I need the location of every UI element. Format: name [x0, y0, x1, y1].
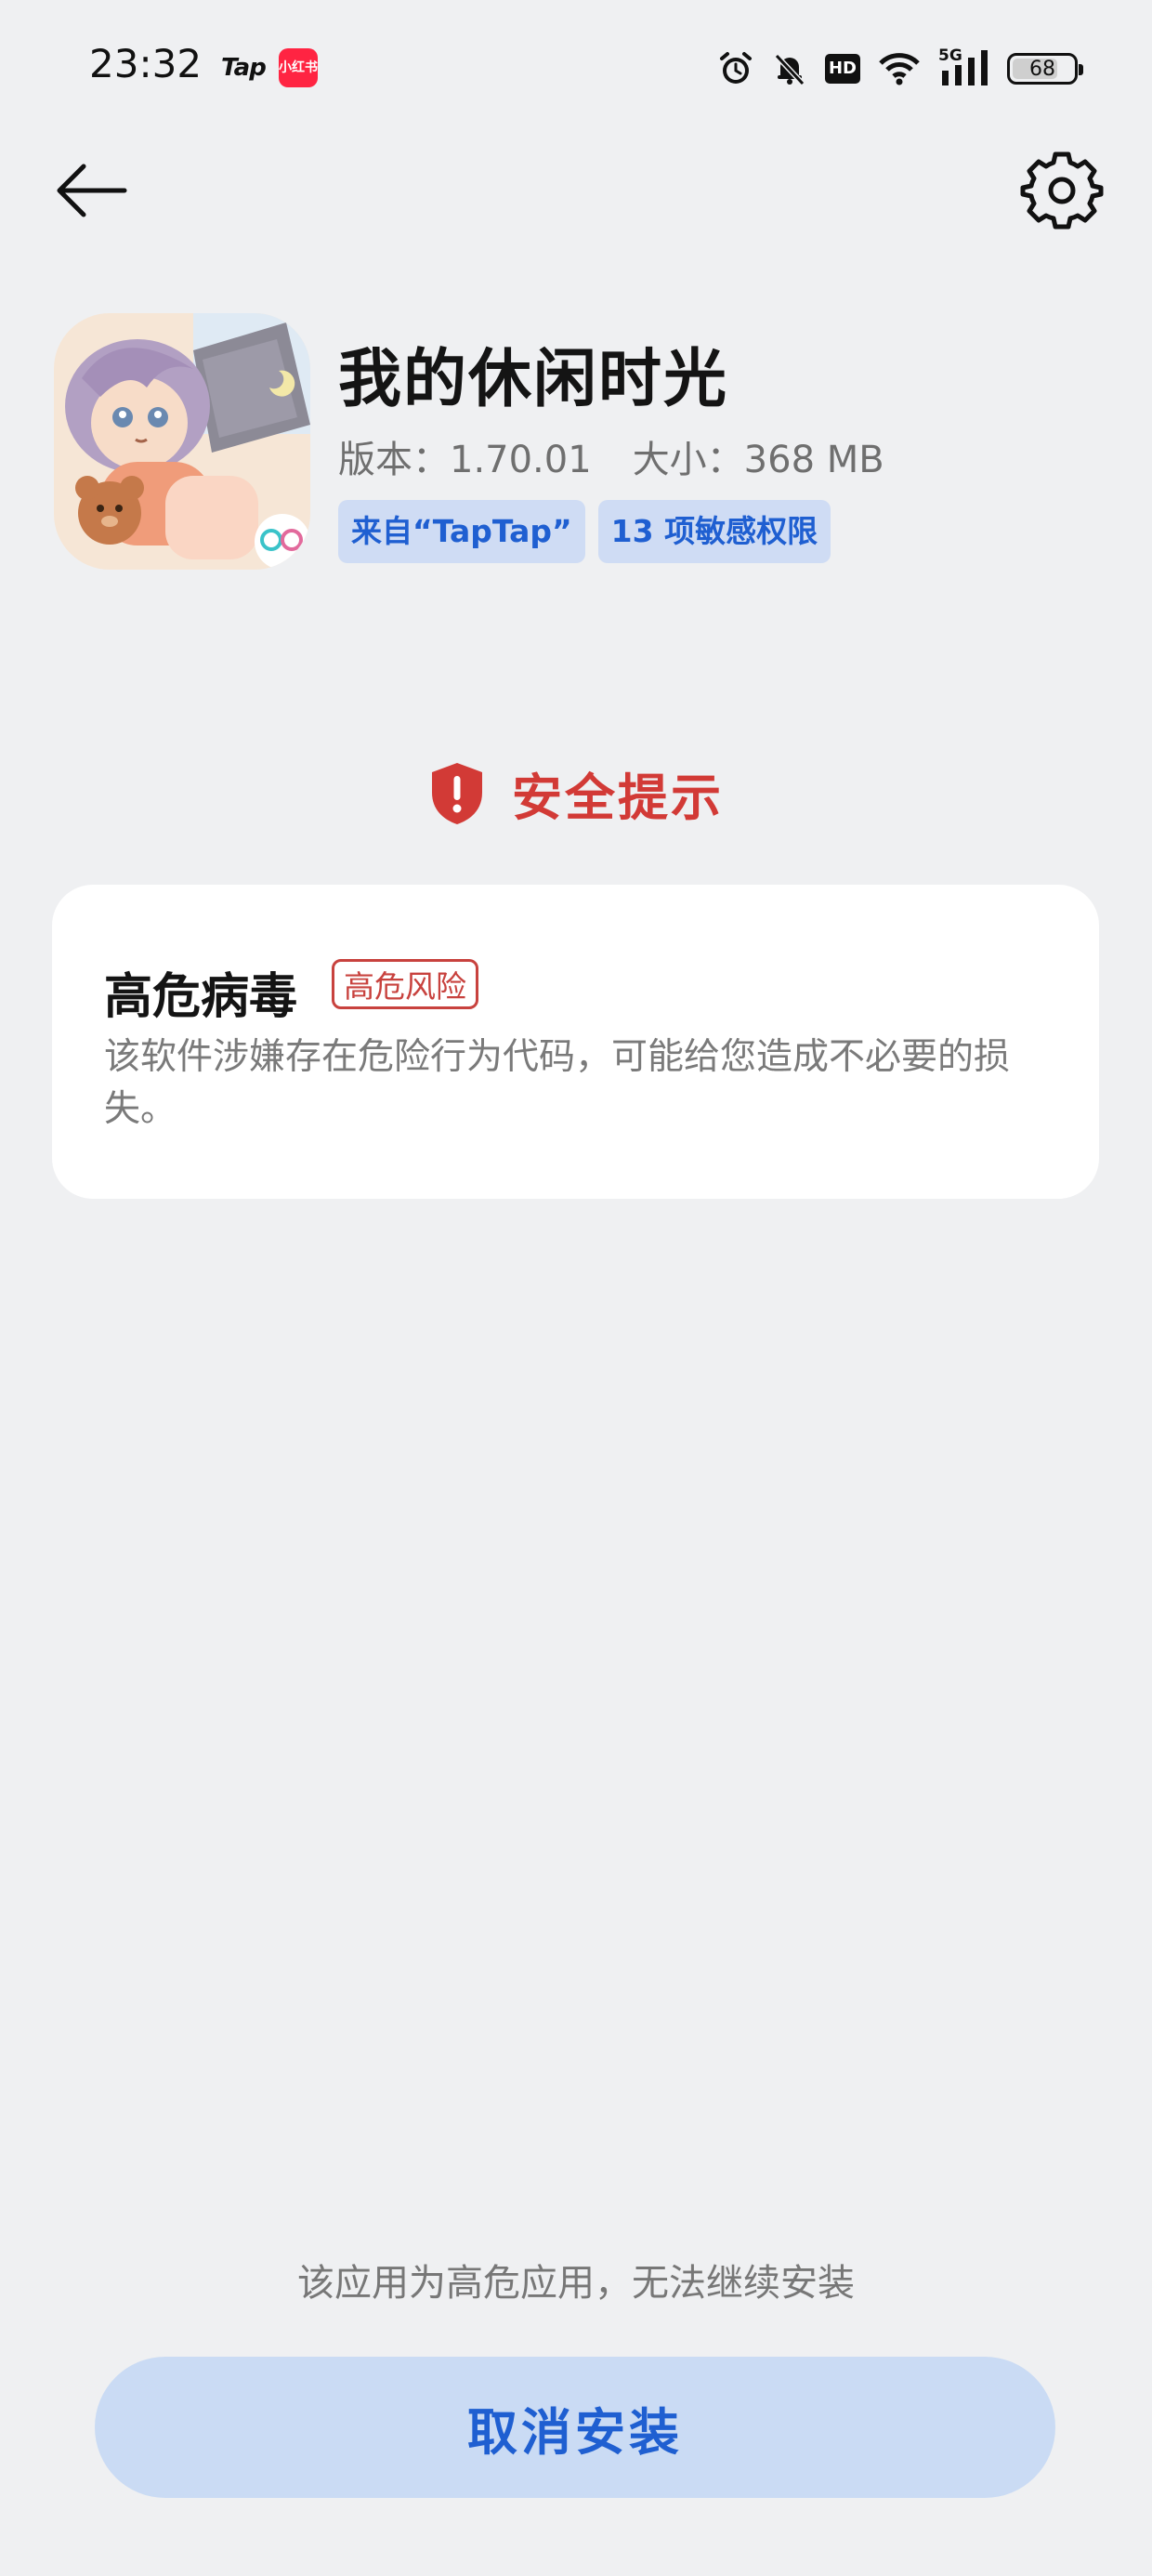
status-icons: HD 5G 68: [717, 41, 1083, 97]
signal-5g-icon: 5G: [938, 46, 990, 89]
security-title: 安全提示: [512, 769, 724, 827]
back-button[interactable]: [52, 158, 136, 223]
source-chip[interactable]: 来自“TapTap”: [338, 500, 585, 563]
app-chips: 来自“TapTap” 13 项敏感权限: [338, 500, 831, 563]
risk-badge: 高危风险: [332, 959, 478, 1009]
gear-icon: [1020, 151, 1104, 230]
app-version: 版本：1.70.01: [338, 439, 592, 481]
app-meta: 版本：1.70.01 大小：368 MB: [338, 429, 884, 483]
arrow-left-icon: [57, 164, 127, 217]
wifi-icon: [877, 50, 922, 87]
cancel-install-label: 取消安装: [467, 2402, 683, 2462]
permissions-chip[interactable]: 13 项敏感权限: [597, 500, 831, 563]
battery-icon: 68: [1007, 53, 1083, 85]
alarm-icon: [717, 50, 754, 87]
status-time: 23:32: [89, 41, 203, 86]
xiaohongshu-notification-icon: 小红书: [279, 48, 318, 87]
risk-description: 该软件涉嫌存在危险行为代码，可能给您造成不必要的损失。: [104, 1036, 1011, 1130]
taptap-notification-icon: Tap: [221, 54, 267, 82]
settings-button[interactable]: [1020, 149, 1104, 232]
app-size: 大小：368 MB: [632, 439, 884, 481]
app-name: 我的休闲时光: [338, 343, 729, 416]
install-blocked-note: 该应用为高危应用，无法继续安装: [297, 2262, 855, 2305]
shield-alert-icon: [432, 762, 482, 824]
hd-icon: HD: [825, 54, 860, 84]
risk-name: 高危病毒: [104, 969, 298, 1025]
battery-level: 68: [1029, 57, 1055, 81]
security-heading: 安全提示: [0, 756, 1152, 830]
app-icon: [54, 313, 310, 570]
cancel-install-button[interactable]: 取消安装: [95, 2357, 1055, 2498]
bell-muted-icon: [771, 50, 808, 87]
